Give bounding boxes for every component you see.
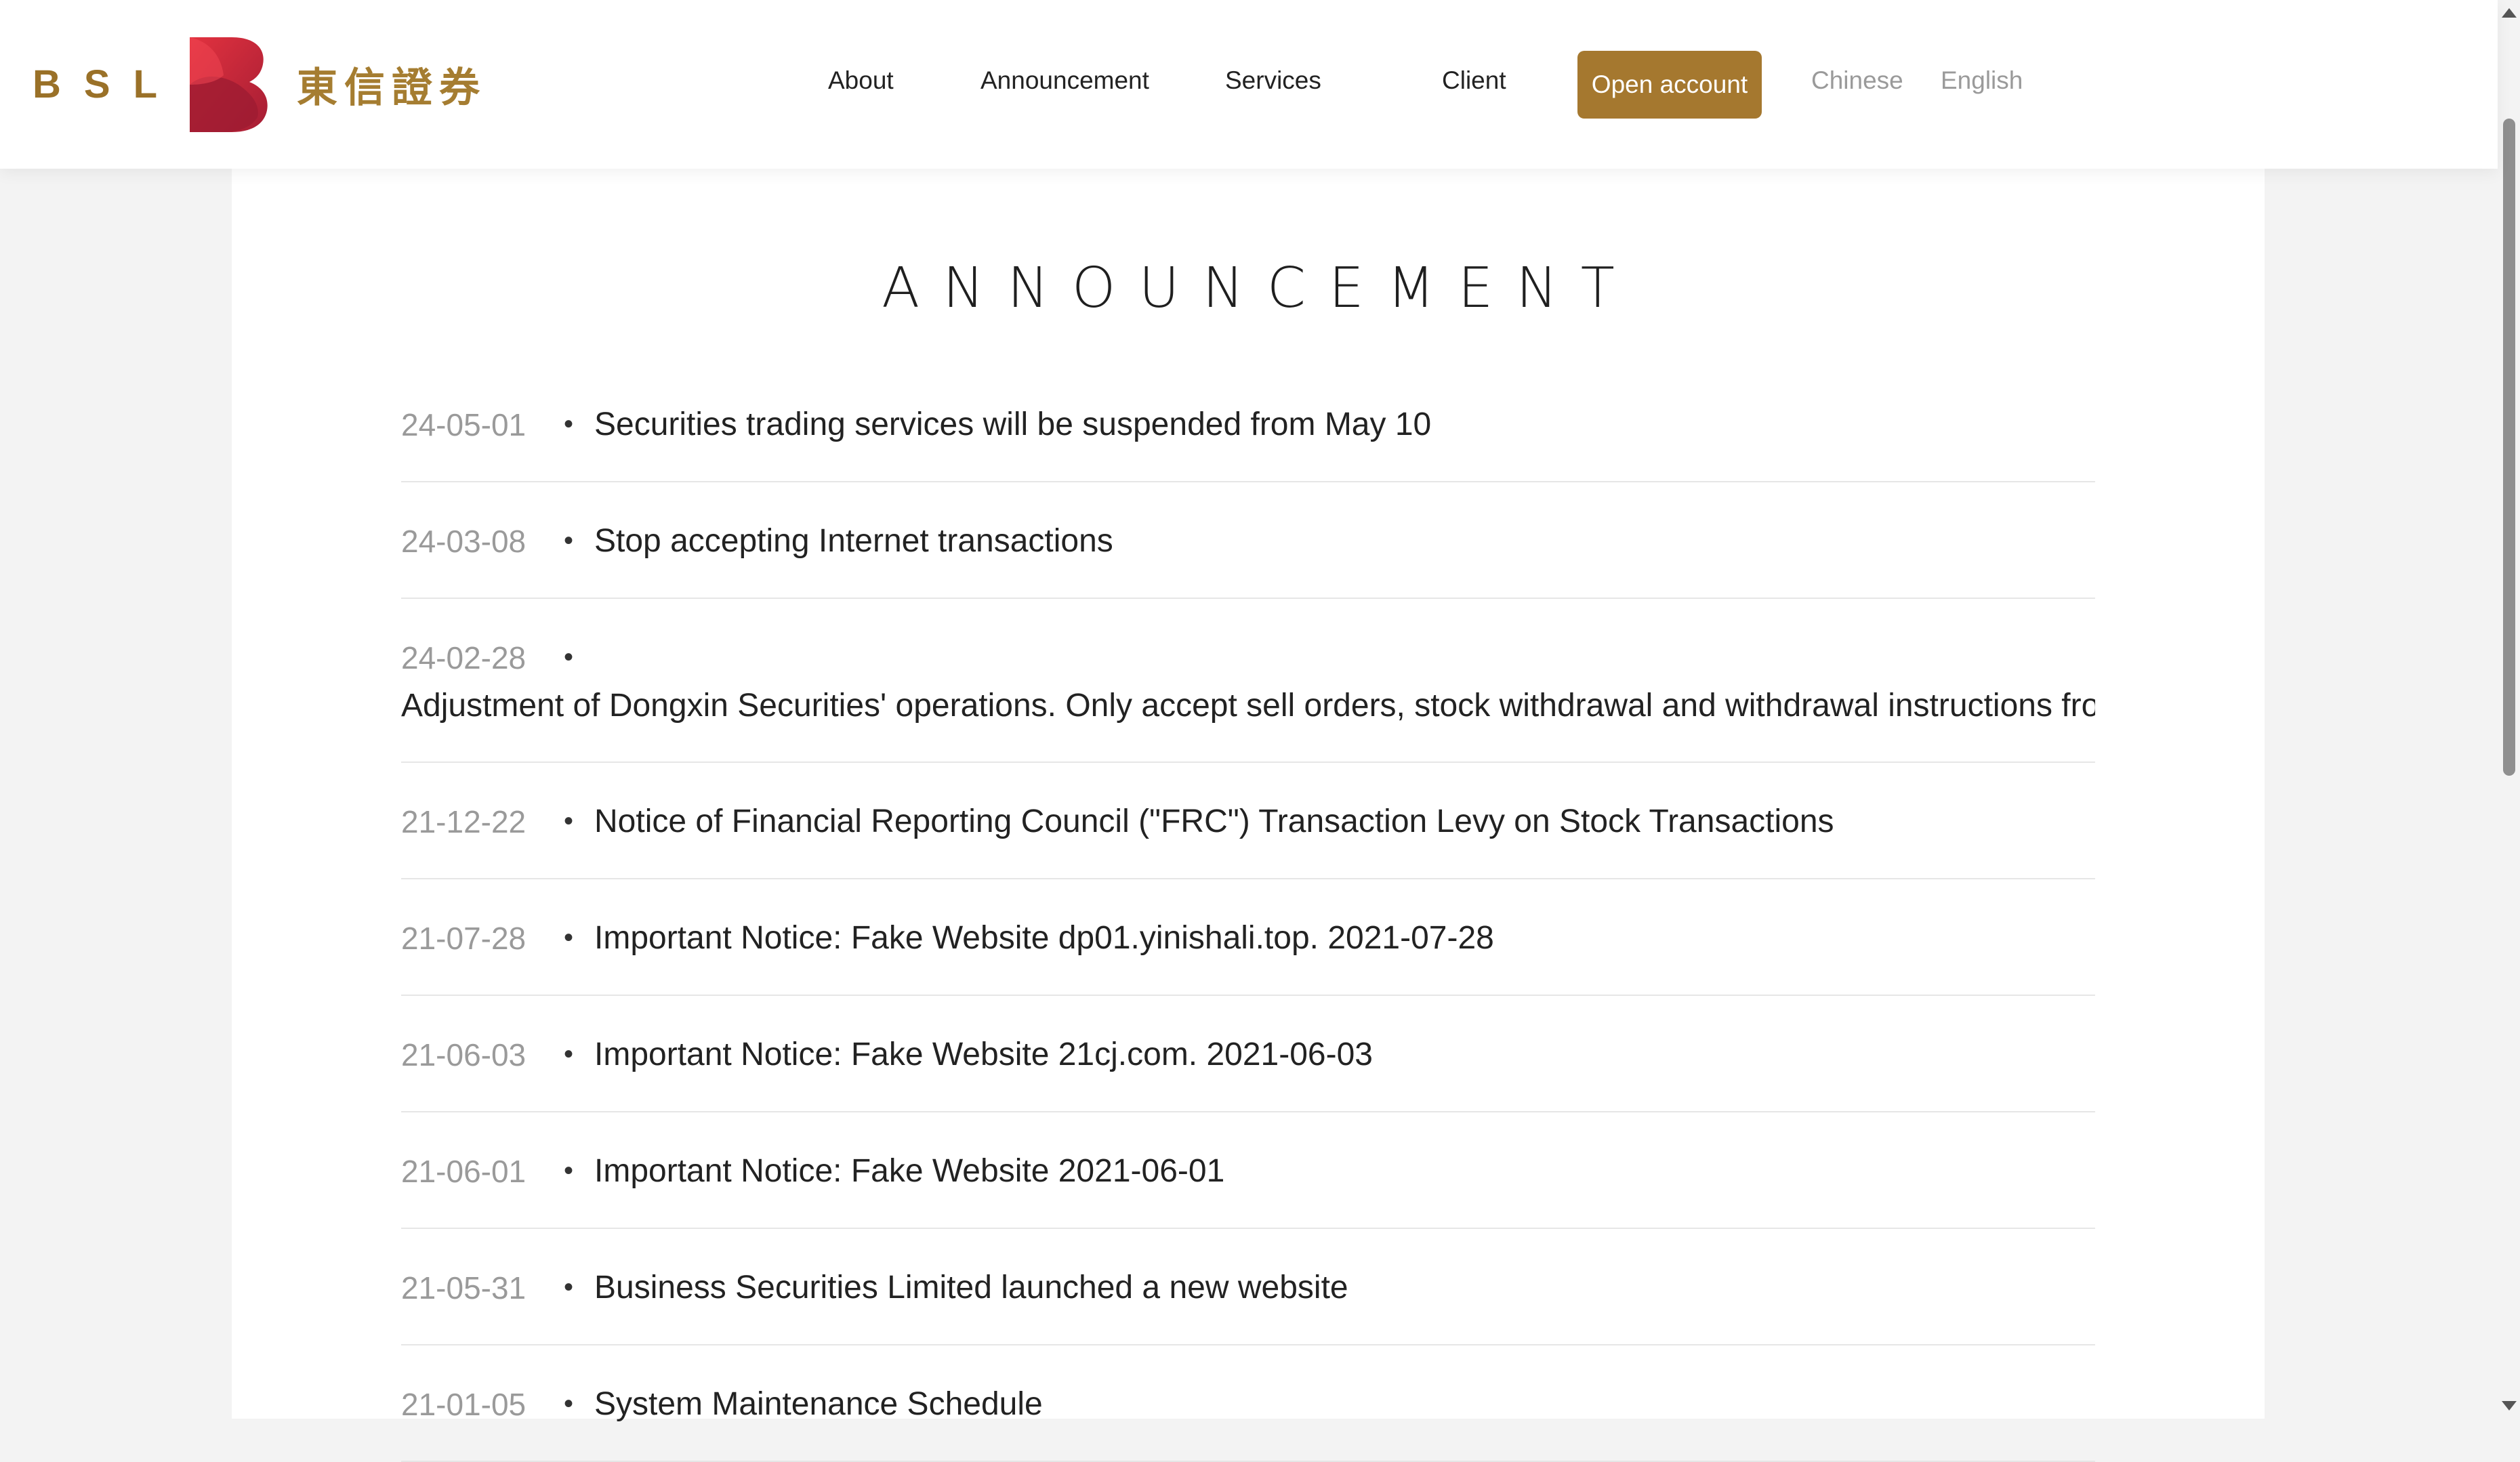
announcement-date: 24-02-28 — [401, 640, 526, 675]
announcement-item[interactable]: 21-06-03 • Important Notice: Fake Websit… — [401, 996, 2095, 1112]
announcement-date: 21-12-22 — [401, 804, 526, 839]
bullet: • — [564, 923, 574, 953]
bullet: • — [564, 1156, 574, 1186]
language-english-link[interactable]: English — [1941, 66, 2023, 95]
announcement-item[interactable]: 21-01-05 • System Maintenance Schedule — [401, 1345, 2095, 1462]
scroll-down-arrow-icon[interactable] — [2502, 1401, 2517, 1411]
bullet: • — [564, 1389, 574, 1419]
announcement-date: 21-06-03 — [401, 1037, 526, 1072]
bullet: • — [564, 409, 574, 439]
bullet: • — [564, 642, 574, 672]
open-account-button[interactable]: Open account — [1577, 51, 1762, 119]
language-chinese-link[interactable]: Chinese — [1811, 66, 1903, 95]
announcement-item[interactable]: 24-03-08 • Stop accepting Internet trans… — [401, 482, 2095, 599]
bullet: • — [564, 1039, 574, 1069]
content-panel: ANNOUNCEMENT 24-05-01 • Securities tradi… — [232, 0, 2265, 1462]
announcement-item[interactable]: 24-05-01 • Securities trading services w… — [401, 366, 2095, 482]
announcement-title[interactable]: Stop accepting Internet transactions — [594, 522, 1113, 560]
bullet: • — [564, 806, 574, 836]
announcement-title[interactable]: Important Notice: Fake Website dp01.yini… — [594, 919, 1494, 957]
announcement-title[interactable]: Securities trading services will be susp… — [594, 406, 1431, 443]
scroll-up-arrow-icon[interactable] — [2502, 8, 2517, 18]
announcement-date: 24-05-01 — [401, 407, 526, 442]
main-nav: About Announcement Services Client Open … — [0, 0, 2498, 169]
announcement-item[interactable]: 21-12-22 • Notice of Financial Reporting… — [401, 763, 2095, 879]
announcement-item[interactable]: 21-06-01 • Important Notice: Fake Websit… — [401, 1112, 2095, 1229]
announcement-date: 21-05-31 — [401, 1270, 526, 1306]
announcement-title[interactable]: Important Notice: Fake Website 21cj.com.… — [594, 1036, 1373, 1073]
announcement-item[interactable]: 24-02-28 • Adjustment of Dongxin Securit… — [401, 599, 2095, 763]
nav-services[interactable]: Services — [1225, 66, 1321, 95]
announcement-date: 21-07-28 — [401, 921, 526, 956]
vertical-scrollbar[interactable] — [2498, 0, 2520, 1419]
announcement-date: 21-06-01 — [401, 1154, 526, 1189]
announcement-title[interactable]: Important Notice: Fake Website 2021-06-0… — [594, 1152, 1224, 1190]
nav-announcement[interactable]: Announcement — [980, 66, 1149, 95]
announcement-date: 21-01-05 — [401, 1387, 526, 1422]
announcement-title[interactable]: Notice of Financial Reporting Council ("… — [594, 803, 1834, 840]
page-title: ANNOUNCEMENT — [882, 256, 1638, 320]
announcement-title[interactable]: System Maintenance Schedule — [594, 1385, 1043, 1423]
site-header: BSL 東信證券 About Announcement Services Cli… — [0, 0, 2498, 169]
nav-client[interactable]: Client — [1442, 66, 1506, 95]
announcement-date: 24-03-08 — [401, 524, 526, 559]
announcement-title[interactable]: Business Securities Limited launched a n… — [594, 1269, 1348, 1306]
nav-about[interactable]: About — [828, 66, 894, 95]
announcement-item[interactable]: 21-05-31 • Business Securities Limited l… — [401, 1229, 2095, 1345]
bullet: • — [564, 1272, 574, 1302]
announcement-title[interactable]: Adjustment of Dongxin Securities' operat… — [401, 687, 2095, 724]
announcement-item[interactable]: 21-07-28 • Important Notice: Fake Websit… — [401, 879, 2095, 996]
bullet: • — [564, 526, 574, 556]
scrollbar-thumb[interactable] — [2503, 119, 2515, 776]
